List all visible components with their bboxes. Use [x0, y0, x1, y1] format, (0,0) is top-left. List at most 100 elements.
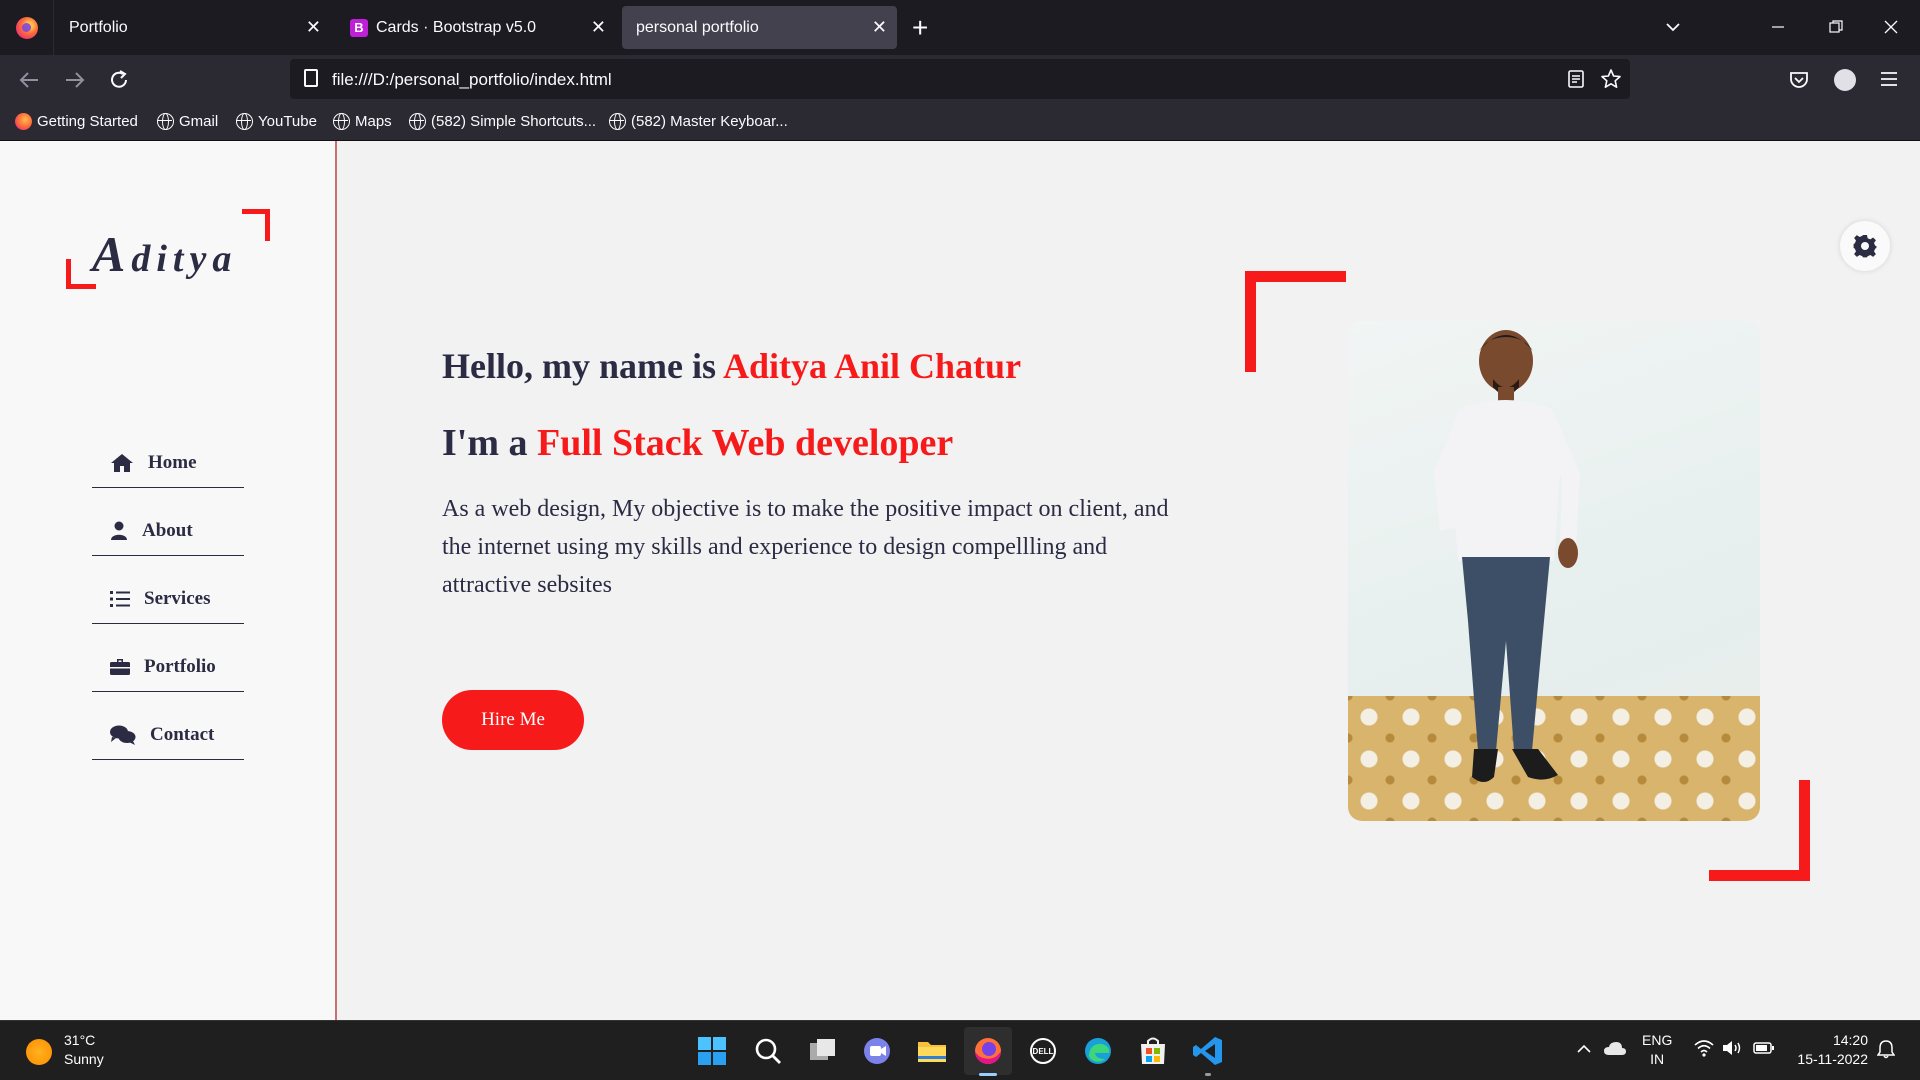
bookmark-gmail[interactable]: Gmail	[157, 113, 218, 130]
reload-icon[interactable]	[108, 69, 130, 91]
greeting-heading: Hello, my name is Aditya Anil Chatur	[442, 346, 1022, 386]
firefox-icon[interactable]	[971, 1034, 1005, 1068]
teams-chat-icon[interactable]	[860, 1034, 894, 1068]
firefox-menu-button[interactable]	[0, 0, 54, 55]
bookmark-label: (582) Simple Shortcuts...	[431, 113, 597, 130]
bookmark-maps[interactable]: Maps	[333, 113, 392, 130]
bookmark-master-keyboard[interactable]: (582) Master Keyboar...	[609, 113, 788, 130]
pocket-icon[interactable]	[1789, 70, 1809, 90]
name-highlight: Aditya Anil Chatur	[723, 346, 1022, 386]
tab-title: personal portfolio	[636, 18, 759, 36]
globe-icon	[157, 113, 174, 130]
clock-time: 14:20	[1832, 1032, 1868, 1048]
sidebar: Aditya Home About Services Portfolio Con…	[0, 141, 337, 1020]
url-text[interactable]: file:///D:/personal_portfolio/index.html	[332, 70, 612, 90]
role-heading: I'm a Full Stack Web developer	[442, 422, 954, 464]
close-window-icon[interactable]	[1884, 20, 1898, 34]
tab-title: Cards · Bootstrap v5.0	[376, 18, 537, 36]
comments-icon	[110, 725, 136, 745]
address-bar[interactable]: file:///D:/personal_portfolio/index.html	[290, 59, 1630, 99]
windows-start-icon[interactable]	[695, 1034, 729, 1068]
minimize-icon[interactable]	[1771, 20, 1785, 34]
briefcase-icon	[110, 658, 130, 675]
active-app-indicator	[979, 1073, 997, 1076]
dell-icon[interactable]: DELL	[1026, 1034, 1060, 1068]
user-icon	[111, 521, 127, 540]
search-icon[interactable]	[751, 1034, 785, 1068]
home-icon	[111, 453, 133, 472]
edge-icon[interactable]	[1081, 1034, 1115, 1068]
weather-condition: Sunny	[64, 1051, 104, 1067]
restore-icon[interactable]	[1829, 20, 1843, 34]
tab-title: Portfolio	[69, 18, 128, 36]
profile-photo-frame	[1245, 271, 1810, 881]
intro-description: As a web design, My objective is to make…	[442, 496, 1169, 598]
weather-widget[interactable]: 31°C Sunny	[64, 1031, 104, 1069]
bookmark-simple-shortcuts[interactable]: (582) Simple Shortcuts...	[409, 113, 596, 130]
microsoft-store-icon[interactable]	[1136, 1034, 1170, 1068]
onedrive-cloud-icon[interactable]	[1603, 1040, 1627, 1056]
input-language-indicator[interactable]: ENG IN	[1642, 1031, 1672, 1069]
tab-bar: Portfolio ✕ B Cards · Bootstrap v5.0 ✕ p…	[0, 0, 1920, 55]
sidebar-item-label: Services	[144, 587, 211, 609]
page-info-icon[interactable]	[304, 69, 318, 87]
system-clock[interactable]: 14:20 15-11-2022	[1792, 1031, 1868, 1069]
sidebar-item-about[interactable]: About	[92, 506, 244, 556]
show-hidden-icons-chevron[interactable]	[1576, 1043, 1592, 1055]
app-menu-icon[interactable]	[1880, 71, 1898, 87]
close-tab-icon[interactable]: ✕	[872, 17, 887, 38]
hire-me-button[interactable]: Hire Me	[442, 690, 584, 750]
photo-corner-top-left	[1245, 271, 1346, 372]
tab-personal-portfolio[interactable]: personal portfolio ✕	[622, 6, 897, 49]
site-logo[interactable]: Aditya	[66, 209, 270, 289]
bookmark-label: (582) Master Keyboar...	[631, 113, 788, 130]
sidebar-item-contact[interactable]: Contact	[92, 710, 244, 760]
sidebar-item-label: Portfolio	[144, 655, 216, 677]
logo-text: Aditya	[92, 226, 238, 282]
notification-bell-icon[interactable]	[1877, 1039, 1895, 1059]
clock-date: 15-11-2022	[1797, 1051, 1868, 1067]
reader-view-icon[interactable]	[1567, 70, 1585, 88]
bookmark-getting-started[interactable]: Getting Started	[15, 113, 138, 130]
file-explorer-icon[interactable]	[915, 1034, 949, 1068]
vscode-icon[interactable]	[1191, 1034, 1225, 1068]
sidebar-item-portfolio[interactable]: Portfolio	[92, 642, 244, 692]
battery-icon[interactable]	[1753, 1041, 1775, 1055]
firefox-icon	[15, 113, 32, 130]
running-app-indicator	[1205, 1073, 1211, 1076]
list-all-tabs-icon[interactable]	[1664, 18, 1682, 36]
svg-text:DELL: DELL	[1033, 1047, 1054, 1056]
gear-icon	[1853, 235, 1877, 258]
weather-temp: 31°C	[64, 1032, 96, 1048]
wifi-icon[interactable]	[1694, 1039, 1714, 1057]
globe-icon	[409, 113, 426, 130]
task-view-icon[interactable]	[806, 1034, 840, 1068]
forward-icon[interactable]	[64, 70, 86, 90]
sidebar-item-services[interactable]: Services	[92, 574, 244, 624]
bookmark-label: Maps	[355, 113, 392, 130]
globe-icon	[236, 113, 253, 130]
tab-portfolio[interactable]: Portfolio ✕	[55, 6, 331, 49]
bookmarks-toolbar: Getting Started Gmail YouTube Maps (582)…	[0, 105, 1920, 141]
bookmark-youtube[interactable]: YouTube	[236, 113, 317, 130]
globe-icon	[609, 113, 626, 130]
back-icon[interactable]	[18, 70, 40, 90]
person-figure	[1434, 330, 1580, 782]
bookmark-star-icon[interactable]	[1600, 68, 1622, 90]
theme-settings-button[interactable]	[1840, 221, 1890, 271]
bookmark-label: Getting Started	[37, 113, 138, 130]
account-avatar-icon[interactable]	[1834, 69, 1856, 91]
close-tab-icon[interactable]: ✕	[591, 17, 606, 38]
navigation-toolbar: file:///D:/personal_portfolio/index.html	[0, 55, 1920, 105]
new-tab-button[interactable]: +	[912, 12, 928, 44]
sidebar-item-home[interactable]: Home	[92, 438, 244, 488]
profile-photo	[1348, 321, 1760, 821]
globe-icon	[333, 113, 350, 130]
close-tab-icon[interactable]: ✕	[306, 17, 321, 38]
tab-bootstrap-cards[interactable]: B Cards · Bootstrap v5.0 ✕	[336, 6, 616, 49]
volume-icon[interactable]	[1722, 1039, 1744, 1057]
sun-icon[interactable]	[26, 1039, 52, 1065]
role-highlight: Full Stack Web developer	[537, 422, 954, 464]
firefox-icon	[15, 16, 38, 39]
sidebar-item-label: About	[142, 519, 193, 541]
